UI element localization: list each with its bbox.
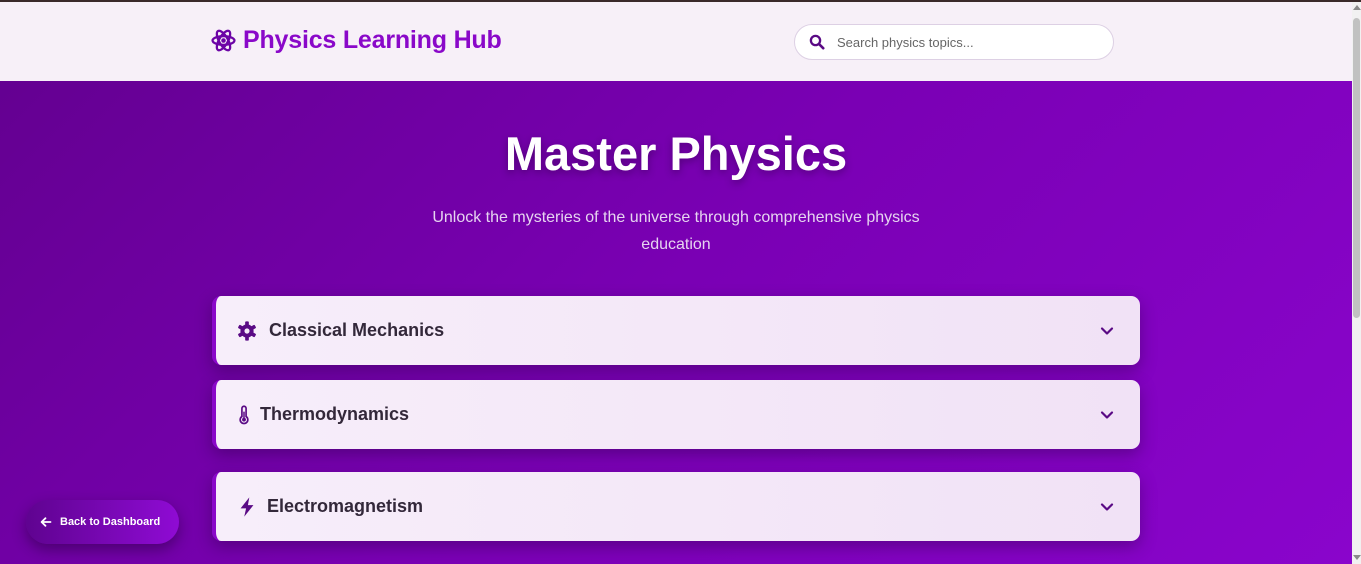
chevron-down-icon[interactable] [1100, 500, 1114, 514]
topic-card-classical-mechanics[interactable]: Classical Mechanics [212, 296, 1140, 365]
logo[interactable]: Physics Learning Hub [211, 26, 502, 55]
chevron-down-icon[interactable] [1100, 324, 1114, 338]
thermometer-icon [239, 404, 249, 424]
chevron-down-icon[interactable] [1100, 408, 1114, 422]
search-box[interactable] [794, 24, 1114, 60]
topic-title: Thermodynamics [260, 404, 410, 424]
topic-title: Classical Mechanics [269, 320, 445, 340]
site-header: Physics Learning Hub [0, 2, 1352, 81]
topic-title: Electromagnetism [267, 496, 424, 516]
search-icon [809, 34, 825, 50]
lightning-icon [240, 496, 254, 517]
hero-subtitle: Unlock the mysteries of the universe thr… [432, 209, 920, 253]
hero-title: Master Physics [504, 127, 848, 180]
back-to-dashboard-button[interactable]: Back to Dashboard [26, 500, 179, 544]
scrollbar[interactable] [1352, 2, 1361, 564]
scrollbar-thumb[interactable] [1353, 18, 1360, 318]
back-button-label: Back to Dashboard [60, 516, 161, 528]
scroll-down-arrow-icon[interactable] [1352, 555, 1361, 560]
search-input[interactable] [837, 34, 1097, 50]
topic-card-thermodynamics[interactable]: Thermodynamics [212, 380, 1140, 449]
arrow-left-icon [40, 517, 52, 527]
gear-icon [238, 320, 256, 341]
topic-card-electromagnetism[interactable]: Electromagnetism [212, 472, 1140, 541]
scroll-up-arrow-icon[interactable] [1352, 5, 1361, 10]
logo-text: Physics Learning Hub [243, 26, 502, 54]
atom-icon [211, 29, 236, 52]
